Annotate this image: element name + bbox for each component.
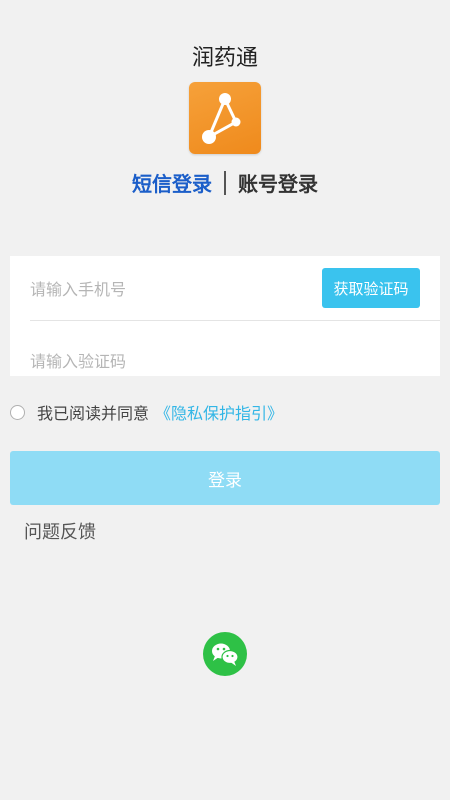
phone-row: 获取验证码 — [10, 256, 440, 316]
phone-input[interactable] — [30, 272, 310, 306]
get-code-button[interactable]: 获取验证码 — [322, 268, 420, 308]
privacy-policy-link[interactable]: 《隐私保护指引》 — [155, 400, 283, 424]
agreement-text: 我已阅读并同意 — [37, 404, 150, 423]
agreement-checkbox[interactable] — [10, 404, 25, 420]
login-tabs: 短信登录 账号登录 — [0, 168, 450, 197]
app-title: 润药通 — [191, 46, 258, 71]
tab-sms-login[interactable]: 短信登录 — [132, 168, 212, 197]
agreement-row: 我已阅读并同意 《隐私保护指引》 — [10, 400, 283, 424]
login-form: 获取验证码 — [10, 256, 440, 378]
verification-code-input[interactable] — [30, 344, 410, 378]
login-button[interactable]: 登录 — [10, 451, 440, 505]
feedback-link[interactable]: 问题反馈 — [24, 518, 96, 544]
tab-account-login[interactable]: 账号登录 — [238, 168, 318, 197]
tab-divider — [224, 170, 226, 195]
code-row — [10, 316, 440, 378]
network-graph-icon — [189, 82, 261, 154]
login-page: 润药通 短信登录 账号登录 获取验证码 我已阅读并同意 《隐私保 — [0, 0, 450, 800]
wechat-icon[interactable] — [203, 632, 247, 676]
